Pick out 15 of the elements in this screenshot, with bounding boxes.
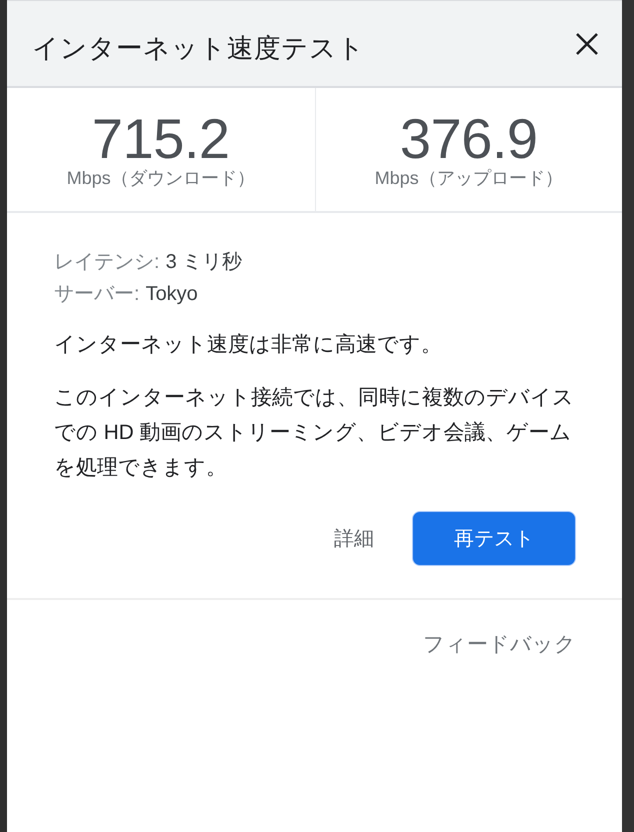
description-text: このインターネット接続では、同時に複数のデバイスでの HD 動画のストリーミング、ビデオ会議、ゲームを処理できます。 bbox=[54, 385, 575, 481]
dialog-title: インターネット速度テスト bbox=[32, 32, 365, 64]
detail-value: Tokyo bbox=[146, 282, 198, 307]
summary-text: インターネット速度は非常に高速です。 bbox=[54, 332, 443, 358]
speed-unit: Mbps（アップロード） bbox=[374, 167, 563, 190]
detail-label: レイテンシ: bbox=[54, 250, 160, 275]
speed-value: 715.2 bbox=[92, 112, 230, 166]
retest-button[interactable]: 再テスト bbox=[412, 511, 576, 566]
detail-label: サーバー: bbox=[54, 282, 140, 307]
speed-unit: Mbps（ダウンロード） bbox=[66, 167, 255, 190]
close-icon[interactable] bbox=[576, 32, 598, 54]
speed-value: 376.9 bbox=[400, 112, 538, 166]
detail-value: 3 ミリ秒 bbox=[166, 250, 242, 275]
feedback-link[interactable]: フィードバック bbox=[423, 630, 576, 658]
details-link[interactable]: 詳細 bbox=[334, 525, 374, 552]
